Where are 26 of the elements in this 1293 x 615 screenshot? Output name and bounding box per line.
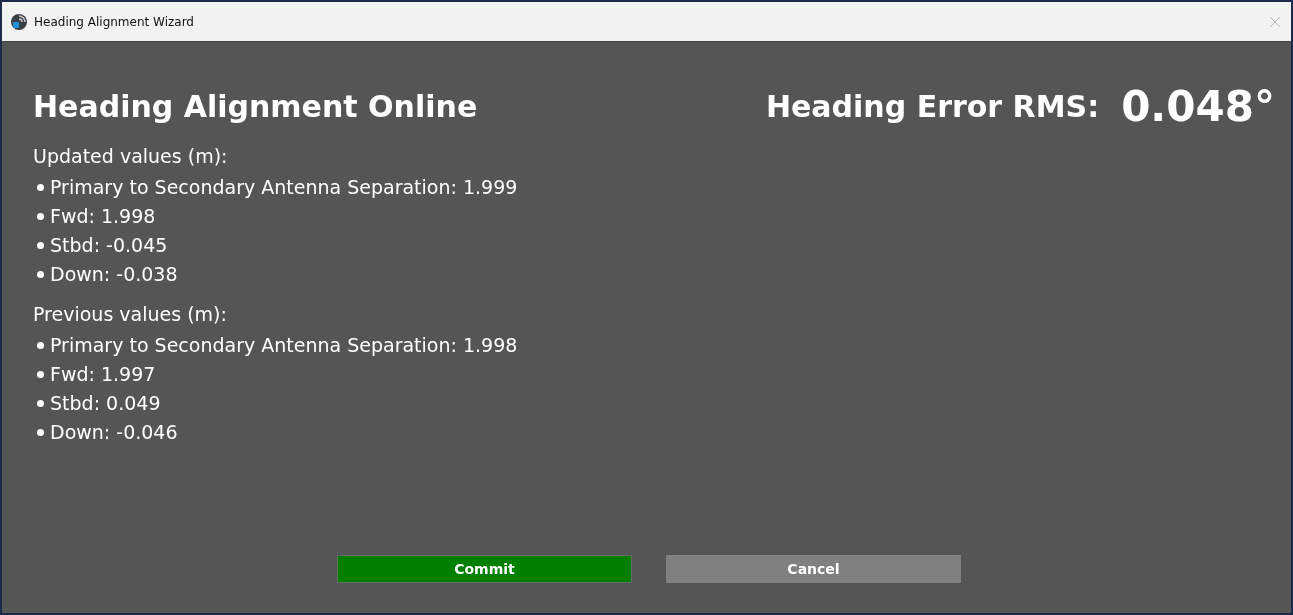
bullet-icon	[37, 184, 44, 191]
app-logo-icon	[10, 12, 28, 31]
rms-value: 0.048°	[1121, 82, 1275, 131]
value-item: Primary to Secondary Antenna Separation: 1.999	[50, 175, 518, 200]
bullet-icon	[37, 342, 44, 349]
value-item: Stbd: 0.049	[50, 391, 161, 416]
value-item: Fwd: 1.998	[50, 204, 156, 229]
bullet-icon	[37, 242, 44, 249]
page-heading: Heading Alignment Online	[33, 89, 478, 124]
bullet-icon	[37, 213, 44, 220]
value-item: Stbd: -0.045	[50, 233, 168, 258]
bullet-icon	[37, 371, 44, 378]
section-title: Previous values (m):	[33, 303, 228, 325]
bullet-icon	[37, 271, 44, 278]
value-item: Down: -0.038	[50, 262, 178, 287]
bullet-icon	[37, 429, 44, 436]
secondary-button[interactable]: Cancel	[666, 555, 961, 583]
value-item: Down: -0.046	[50, 420, 178, 445]
section-title: Updated values (m):	[33, 145, 229, 167]
close-icon[interactable]	[1269, 15, 1281, 28]
value-item: Fwd: 1.997	[50, 362, 156, 387]
bullet-icon	[37, 400, 44, 407]
rms-label: Heading Error RMS:	[765, 89, 1100, 124]
primary-button[interactable]: Commit	[337, 555, 632, 583]
window-title: Heading Alignment Wizard	[34, 14, 195, 29]
value-item: Primary to Secondary Antenna Separation: 1.998	[50, 333, 518, 358]
